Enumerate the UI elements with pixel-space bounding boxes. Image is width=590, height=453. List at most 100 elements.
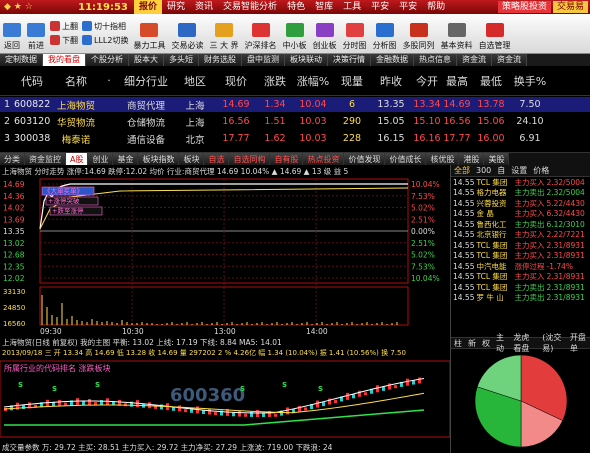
col-header-5[interactable]: 现价 (214, 73, 258, 89)
tick-row[interactable]: 14.55 中汽电能 涨停过程 -1.74% (451, 261, 590, 272)
quote-row[interactable]: 1 600822 上海物贸 商贸代理 上海 14.69 1.34 10.04 6 13.35 13.… (0, 97, 590, 112)
toolbar-pair1-item-0[interactable]: 上翻 (50, 19, 78, 33)
view-tab-5[interactable]: 财务选股 (199, 54, 242, 66)
col-header-9[interactable]: 昨收 (370, 73, 412, 89)
tick-row[interactable]: 14.55 TCL 集团 主力卖出 2.31/8931 (451, 282, 590, 293)
col-header-11[interactable]: 最高 (442, 73, 472, 89)
toolbar-item-2[interactable]: 三 大 界 (206, 13, 241, 53)
category-tab-0[interactable]: 分类 (0, 153, 25, 165)
chart-area[interactable]: 上海物贸 分时走势 涨停:14.69 跌停:12.02 均价 行业:商贸代理 1… (0, 165, 451, 453)
toolbar-item-0[interactable]: 暴力工具 (130, 13, 168, 53)
menu-item-4[interactable]: 特色 (282, 0, 310, 14)
col-header-2[interactable]: · (102, 74, 116, 87)
category-tab-3[interactable]: 创业 (88, 153, 114, 165)
menu-item-0[interactable]: 报价 (134, 0, 163, 14)
view-tab-9[interactable]: 金融数据 (371, 54, 414, 66)
toolbar-pair2-item-0[interactable]: 切十指相 (82, 19, 128, 33)
view-tab-6[interactable]: 盘中监测 (242, 54, 285, 66)
category-tab-13[interactable]: 核优股 (426, 153, 460, 165)
col-header-0[interactable]: 代码 (14, 73, 50, 89)
tick-row[interactable]: 14.55 金 晶 主力买入 6.32/4430 (451, 209, 590, 220)
category-tab-11[interactable]: 价值发现 (344, 153, 386, 165)
toolbar-item-5[interactable]: 创业板 (310, 13, 340, 53)
panel-subtab-0[interactable]: 柱 (451, 338, 465, 349)
intraday-chart[interactable]: 上海物贸 分时走势 涨停:14.69 跌停:12.02 均价 行业:商贸代理 1… (0, 165, 451, 453)
tick-row[interactable]: 14.55 北京银行 主力买入 2.22/7221 (451, 230, 590, 241)
tick-tab-2[interactable]: 自 (494, 165, 508, 176)
menu-item-1[interactable]: 研究 (162, 0, 190, 14)
menu-item-7[interactable]: 平安 (366, 0, 394, 14)
toolbar-pair1-item-1[interactable]: 下翻 (50, 33, 78, 47)
tick-row[interactable]: 14.55 TCL 集团 主力买入 2.32/5004 (451, 177, 590, 188)
menu-item-2[interactable]: 资讯 (190, 0, 218, 14)
col-header-12[interactable]: 最低 (472, 73, 510, 89)
toolbar-item-7[interactable]: 分析图 (370, 13, 400, 53)
view-tab-4[interactable]: 多头短 (164, 54, 199, 66)
category-tab-10[interactable]: 热点投资 (303, 153, 345, 165)
tick-action: 主力卖出 (514, 188, 545, 198)
strategy-tag[interactable]: 策略股投资 (497, 1, 551, 13)
view-tab-11[interactable]: 资金流 (457, 54, 492, 66)
col-header-7[interactable]: 涨幅% (292, 73, 334, 89)
tick-tab-0[interactable]: 全部 (451, 165, 473, 176)
category-tab-4[interactable]: 基金 (113, 153, 139, 165)
tick-row[interactable]: 14.55 兴蓉投资 主力买入 5.22/4430 (451, 198, 590, 209)
toolbar-item-3[interactable]: 沪深排名 (242, 13, 280, 53)
col-header-1[interactable]: 名称 (50, 73, 102, 89)
quote-row[interactable]: 2 603120 华贸物流 仓储物流 上海 16.56 1.51 10.03 290 15.05 1… (0, 114, 590, 129)
tick-row[interactable]: 14.55 鲁西化工 主力卖出 6.12/3010 (451, 219, 590, 230)
category-tab-14[interactable]: 港股 (459, 153, 485, 165)
category-tab-12[interactable]: 价值成长 (385, 153, 427, 165)
col-header-6[interactable]: 涨跌 (258, 73, 292, 89)
category-tab-7[interactable]: 自选 (204, 153, 230, 165)
view-tab-12[interactable]: 资金流 (492, 54, 527, 66)
candle (418, 377, 421, 384)
view-tab-1[interactable]: 我的看盘 (43, 54, 86, 66)
view-tab-10[interactable]: 热点信息 (414, 54, 457, 66)
forward-button[interactable]: 前进 (24, 13, 48, 53)
tick-tab-3[interactable]: 设置 (508, 165, 530, 176)
category-tab-8[interactable]: 自选同构 (229, 153, 271, 165)
back-button[interactable]: 返回 (0, 13, 24, 53)
tick-row[interactable]: 14.55 格力电器 主力卖出 2.32/5004 (451, 188, 590, 199)
category-tab-2[interactable]: A股 (66, 153, 89, 165)
menu-item-9[interactable]: 帮助 (422, 0, 450, 14)
menu-item-3[interactable]: 交易智能分析 (218, 0, 282, 14)
panel-subtab-1[interactable]: 新 (465, 338, 479, 349)
toolbar-item-6[interactable]: 分时图 (340, 13, 370, 53)
view-tab-0[interactable]: 定制数据 (0, 54, 43, 66)
col-header-3[interactable]: 细分行业 (116, 73, 176, 89)
menu-item-6[interactable]: 工具 (338, 0, 366, 14)
view-tab-8[interactable]: 决策行情 (328, 54, 371, 66)
col-header-8[interactable]: 现量 (334, 73, 370, 89)
tick-row[interactable]: 14.55 TCL 集团 主力买入 2.31/8931 (451, 240, 590, 251)
view-tabstrip: 定制数据 我的看盘 个股分析 股本大 多头短 财务选股 盘中监测 板块联动 决策行情 金融数据 热点… (0, 54, 590, 66)
view-tab-3[interactable]: 股本大 (129, 54, 164, 66)
toolbar-item-10[interactable]: 自选管理 (476, 13, 514, 53)
view-tab-7[interactable]: 板块联动 (285, 54, 328, 66)
toolbar-item-8[interactable]: 多股同列 (400, 13, 438, 53)
tick-row[interactable]: 14.55 TCL 集团 主力买入 2.31/8931 (451, 251, 590, 262)
menu-item-8[interactable]: 平安 (394, 0, 422, 14)
view-tab-2[interactable]: 个股分析 (86, 54, 129, 66)
category-tab-15[interactable]: 美股 (484, 153, 510, 165)
category-tab-5[interactable]: 板块指数 (138, 153, 180, 165)
tick-tab-4[interactable]: 价格 (530, 165, 552, 176)
toolbar-pair2-item-1[interactable]: LLL2切换 (82, 33, 128, 47)
toolbar-item-1[interactable]: 交易必读 (168, 13, 206, 53)
toolbar-item-9[interactable]: 基本资料 (438, 13, 476, 53)
tick-row[interactable]: 14.55 罗 牛 山主力卖出 2.31/8931 (451, 293, 590, 304)
category-tab-1[interactable]: 资金监控 (25, 153, 66, 165)
toolbar-item-4[interactable]: 中小板 (280, 13, 310, 53)
tick-tab-1[interactable]: 300 (473, 166, 494, 175)
panel-subtab-2[interactable]: 权 (479, 338, 493, 349)
quote-row[interactable]: 3 300038 梅泰诺 通信设备 北京 17.77 1.62 10.03 228 16.15 16… (0, 131, 590, 146)
menu-item-5[interactable]: 智库 (310, 0, 338, 14)
trade-tag[interactable]: 交易易 (552, 1, 588, 13)
category-tab-6[interactable]: 板块 (179, 153, 205, 165)
tick-row[interactable]: 14.55 TCL 集团 主力买入 2.31/8931 (451, 272, 590, 283)
col-header-4[interactable]: 地区 (176, 73, 214, 89)
col-header-13[interactable]: 换手% (510, 73, 550, 89)
col-header-10[interactable]: 今开 (412, 73, 442, 89)
category-tab-9[interactable]: 自有股 (270, 153, 304, 165)
